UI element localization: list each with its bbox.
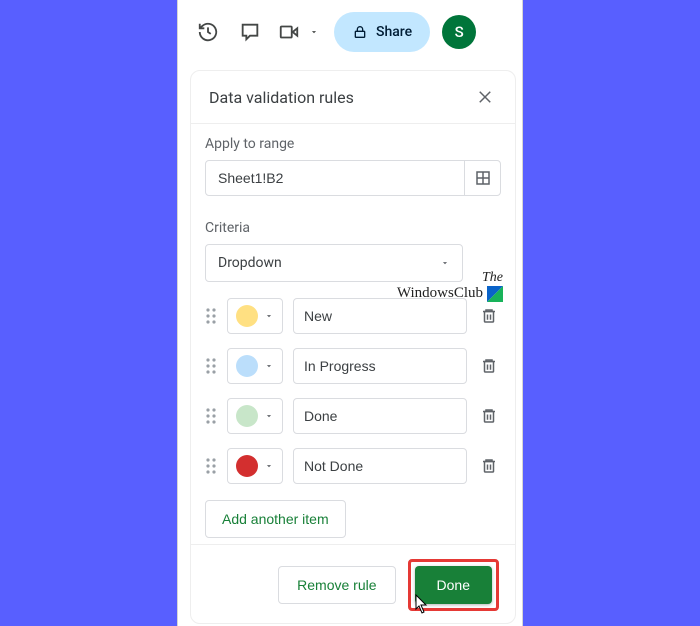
color-chip-button[interactable] bbox=[227, 448, 283, 484]
panel-footer: Remove rule Done bbox=[191, 544, 515, 624]
meet-button-group[interactable] bbox=[272, 12, 322, 52]
close-icon[interactable] bbox=[473, 85, 497, 109]
chevron-down-icon bbox=[440, 258, 450, 268]
share-button[interactable]: Share bbox=[334, 12, 430, 52]
drag-handle-icon[interactable] bbox=[205, 407, 217, 425]
panel-body: Apply to range Criteria Dropdown bbox=[191, 124, 515, 544]
option-row bbox=[205, 448, 501, 484]
option-rows bbox=[205, 298, 501, 484]
done-highlight: Done bbox=[408, 559, 499, 611]
color-dot bbox=[236, 405, 258, 427]
chevron-down-icon bbox=[264, 361, 274, 371]
avatar[interactable]: S bbox=[442, 15, 476, 49]
app-frame: Share S Data validation rules Apply to r… bbox=[177, 0, 523, 626]
chevron-down-icon bbox=[264, 411, 274, 421]
range-input-wrap bbox=[205, 160, 501, 196]
option-row bbox=[205, 348, 501, 384]
delete-icon[interactable] bbox=[477, 307, 501, 325]
comment-icon[interactable] bbox=[230, 12, 270, 52]
color-chip-button[interactable] bbox=[227, 398, 283, 434]
criteria-value: Dropdown bbox=[218, 255, 282, 271]
apply-range-label: Apply to range bbox=[205, 136, 501, 152]
chevron-down-icon bbox=[264, 461, 274, 471]
select-range-icon[interactable] bbox=[464, 161, 500, 195]
share-label: Share bbox=[376, 24, 412, 40]
color-dot bbox=[236, 355, 258, 377]
range-input[interactable] bbox=[206, 161, 464, 195]
color-dot bbox=[236, 305, 258, 327]
option-value-input[interactable] bbox=[293, 448, 467, 484]
lock-icon bbox=[352, 24, 368, 40]
option-row bbox=[205, 398, 501, 434]
option-row bbox=[205, 298, 501, 334]
drag-handle-icon[interactable] bbox=[205, 357, 217, 375]
drag-handle-icon[interactable] bbox=[205, 457, 217, 475]
panel-title: Data validation rules bbox=[209, 88, 354, 107]
add-another-item-button[interactable]: Add another item bbox=[205, 500, 346, 538]
delete-icon[interactable] bbox=[477, 407, 501, 425]
delete-icon[interactable] bbox=[477, 357, 501, 375]
option-value-input[interactable] bbox=[293, 398, 467, 434]
remove-rule-button[interactable]: Remove rule bbox=[278, 566, 395, 604]
chevron-down-icon bbox=[306, 27, 322, 37]
color-dot bbox=[236, 455, 258, 477]
panel-header: Data validation rules bbox=[191, 71, 515, 124]
toolbar: Share S bbox=[178, 0, 522, 64]
data-validation-panel: Data validation rules Apply to range Cri… bbox=[190, 70, 516, 624]
drag-handle-icon[interactable] bbox=[205, 307, 217, 325]
color-chip-button[interactable] bbox=[227, 348, 283, 384]
option-value-input[interactable] bbox=[293, 298, 467, 334]
chevron-down-icon bbox=[264, 311, 274, 321]
option-value-input[interactable] bbox=[293, 348, 467, 384]
delete-icon[interactable] bbox=[477, 457, 501, 475]
color-chip-button[interactable] bbox=[227, 298, 283, 334]
criteria-select[interactable]: Dropdown bbox=[205, 244, 463, 282]
history-icon[interactable] bbox=[188, 12, 228, 52]
video-icon bbox=[272, 12, 306, 52]
criteria-label: Criteria bbox=[205, 220, 501, 236]
done-button[interactable]: Done bbox=[415, 566, 492, 604]
